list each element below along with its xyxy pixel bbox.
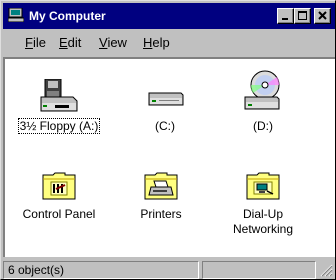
status-pane-secondary [202,261,316,279]
close-icon [318,11,327,20]
maximize-button[interactable] [294,8,311,24]
drive-c-label: (C:) [155,119,175,133]
menu-help-accel: H [143,35,153,50]
minimize-button[interactable] [277,8,294,24]
printers-item[interactable]: Printers [113,169,209,221]
drive-c-item[interactable]: (C:) [117,79,213,133]
close-button[interactable] [314,8,331,24]
control-panel-item[interactable]: Control Panel [11,169,107,221]
drive-d-label: (D:) [253,119,273,133]
printers-label: Printers [140,207,182,221]
menu-help[interactable]: Help [143,35,170,51]
menu-help-label: elp [152,35,170,50]
drive-a-item[interactable]: 3½ Floppy (A:) [11,79,107,134]
drive-d-item[interactable]: (D:) [215,69,311,133]
my-computer-window: My Computer File Edit View Help 3½ Flopp… [0,0,336,280]
hard-drive-icon [148,92,184,106]
dialup-label-line1: Dial-Up [242,207,283,221]
file-view: 3½ Floppy (A:) (C:) (D:) Control Panel P… [3,57,335,257]
floppy-drive-icon [40,79,78,112]
menu-view-label: iew [107,35,127,50]
control-panel-folder-icon [42,172,76,200]
computer-icon [8,8,24,22]
menu-edit[interactable]: Edit [59,35,81,51]
resize-grip-icon[interactable] [319,263,333,277]
dialup-networking-folder-icon [246,172,280,200]
dialup-label-line2: Networking [232,222,294,236]
minimize-icon [282,18,288,20]
menu-view[interactable]: View [99,35,127,51]
menu-file-accel: F [25,35,33,50]
maximize-icon [298,11,307,20]
status-bar: 6 object(s) [3,259,335,279]
menu-bar: File Edit View Help [3,31,335,55]
window-title: My Computer [29,9,106,23]
control-panel-label: Control Panel [22,207,96,221]
status-pane-main: 6 object(s) [3,261,199,279]
status-text: 6 object(s) [8,263,65,277]
menu-edit-label: dit [67,35,82,50]
menu-edit-accel: E [59,35,68,50]
menu-file[interactable]: File [25,35,46,51]
drive-a-label: 3½ Floppy (A:) [17,118,101,134]
dialup-networking-label: Dial-Up Networking [232,207,294,237]
printers-folder-icon [144,172,178,200]
dialup-networking-item[interactable]: Dial-Up Networking [215,169,311,237]
menu-file-label: ile [32,35,46,50]
cd-drive-icon [244,70,280,110]
title-bar[interactable]: My Computer [3,3,335,29]
